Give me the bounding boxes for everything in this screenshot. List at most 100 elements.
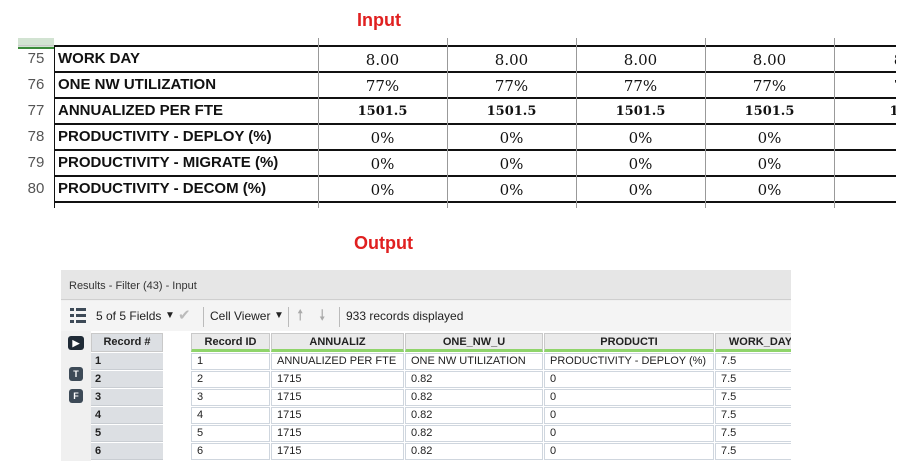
grid-cell[interactable]: 0.82 bbox=[405, 371, 543, 388]
column-header[interactable]: Record ID bbox=[191, 333, 270, 352]
fields-selector[interactable]: 5 of 5 Fields bbox=[96, 301, 161, 331]
value-cell[interactable]: 0% bbox=[447, 124, 576, 150]
value-cell[interactable]: 0% bbox=[576, 176, 705, 202]
value-cell[interactable]: 8 bbox=[834, 46, 896, 72]
grid-cell[interactable]: 6 bbox=[191, 443, 270, 460]
record-number[interactable]: 2 bbox=[91, 371, 163, 388]
row-label-cell[interactable]: ANNUALIZED PER FTE bbox=[54, 98, 318, 124]
value-cell[interactable]: 77% bbox=[576, 72, 705, 98]
grid-cell[interactable]: 0 bbox=[544, 371, 714, 388]
grid-cell[interactable]: 0 bbox=[544, 389, 714, 406]
value-cell[interactable]: ( bbox=[834, 176, 897, 202]
value-cell[interactable]: ( bbox=[834, 150, 897, 176]
column-header[interactable]: ONE_NW_U bbox=[405, 333, 543, 352]
value-cell[interactable]: 8.00 bbox=[447, 46, 576, 72]
value-cell[interactable]: 1501.5 bbox=[705, 98, 834, 124]
grid-cell[interactable]: PRODUCTIVITY - DEPLOY (%) bbox=[544, 353, 714, 370]
column-border bbox=[447, 38, 448, 208]
value-cell[interactable]: 8.00 bbox=[318, 46, 447, 72]
column-header[interactable]: ANNUALIZ bbox=[271, 333, 404, 352]
row-number[interactable]: 75 bbox=[18, 46, 54, 72]
value-cell[interactable]: 0% bbox=[318, 176, 447, 202]
grid-cell[interactable]: 1715 bbox=[271, 425, 404, 442]
grid-cell[interactable]: 2 bbox=[191, 371, 270, 388]
grid-cell[interactable]: 0 bbox=[544, 425, 714, 442]
value-cell[interactable]: 1501.5 bbox=[447, 98, 576, 124]
grid-cell[interactable]: 0.82 bbox=[405, 389, 543, 406]
grid-cell[interactable]: 3 bbox=[191, 389, 270, 406]
grid-cell[interactable]: ONE NW UTILIZATION bbox=[405, 353, 543, 370]
grid-cell[interactable]: 7.5 bbox=[715, 407, 791, 424]
row-number[interactable]: 78 bbox=[18, 124, 54, 150]
grid-cell[interactable]: 4 bbox=[191, 407, 270, 424]
grid-cell[interactable]: 0 bbox=[544, 443, 714, 460]
fields-dropdown-chevron-icon[interactable]: ▼ bbox=[165, 301, 175, 331]
row-label-cell[interactable]: PRODUCTIVITY - MIGRATE (%) bbox=[54, 150, 318, 176]
grid-cell[interactable]: 1715 bbox=[271, 389, 404, 406]
grid-cell[interactable]: 7.5 bbox=[715, 353, 791, 370]
row-number[interactable]: 79 bbox=[18, 150, 54, 176]
value-cell[interactable]: 8.00 bbox=[705, 46, 834, 72]
column-header[interactable]: WORK_DAY bbox=[715, 333, 791, 352]
grid-cell[interactable]: 0 bbox=[544, 407, 714, 424]
row-number[interactable]: 80 bbox=[18, 176, 54, 202]
value-cell[interactable]: ( bbox=[834, 124, 897, 150]
row-label-cell[interactable]: PRODUCTIVITY - DECOM (%) bbox=[54, 176, 318, 202]
value-cell[interactable]: 0% bbox=[447, 150, 576, 176]
grid-cell[interactable]: 1715 bbox=[271, 443, 404, 460]
record-number[interactable]: 1 bbox=[91, 353, 163, 370]
value-cell[interactable]: 0% bbox=[447, 176, 576, 202]
input-anchor-icon[interactable]: ▶ bbox=[68, 336, 84, 350]
value-cell[interactable]: 0% bbox=[318, 124, 447, 150]
value-cell[interactable]: 1501.5 bbox=[318, 98, 447, 124]
grid-cell[interactable]: 1715 bbox=[271, 371, 404, 388]
grid-cell[interactable]: 7.5 bbox=[715, 443, 791, 460]
record-number[interactable]: 5 bbox=[91, 425, 163, 442]
value-cell[interactable]: 15 bbox=[834, 98, 896, 124]
row-border bbox=[54, 45, 896, 47]
value-cell[interactable]: 77% bbox=[318, 72, 447, 98]
row-label-cell[interactable]: ONE NW UTILIZATION bbox=[54, 72, 318, 98]
grid-cell[interactable]: 0.82 bbox=[405, 407, 543, 424]
fields-list-icon[interactable] bbox=[69, 301, 87, 331]
false-anchor-icon[interactable]: F bbox=[69, 389, 83, 403]
value-cell[interactable]: 0% bbox=[705, 150, 834, 176]
grid-cell[interactable]: 5 bbox=[191, 425, 270, 442]
cell-viewer-selector[interactable]: Cell Viewer bbox=[210, 301, 270, 331]
value-cell[interactable]: 0% bbox=[318, 150, 447, 176]
viewer-dropdown-chevron-icon[interactable]: ▼ bbox=[274, 301, 284, 331]
grid-cell[interactable]: ANNUALIZED PER FTE bbox=[271, 353, 404, 370]
column-header[interactable]: PRODUCTI bbox=[544, 333, 714, 352]
value-cell[interactable]: 77% bbox=[705, 72, 834, 98]
grid-cell[interactable]: 0.82 bbox=[405, 425, 543, 442]
value-cell[interactable]: 0% bbox=[576, 124, 705, 150]
grid-cell[interactable]: 1715 bbox=[271, 407, 404, 424]
row-label-cell[interactable]: WORK DAY bbox=[54, 46, 318, 72]
value-cell[interactable]: 0% bbox=[576, 150, 705, 176]
value-cell[interactable]: 1501.5 bbox=[576, 98, 705, 124]
record-number[interactable]: 4 bbox=[91, 407, 163, 424]
value-cell[interactable]: 7 bbox=[834, 72, 896, 98]
column-header[interactable]: Record # bbox=[91, 333, 163, 352]
row-border bbox=[54, 201, 896, 203]
input-heading: Input bbox=[357, 10, 401, 30]
true-anchor-icon[interactable]: T bbox=[69, 367, 83, 381]
column-border bbox=[705, 38, 706, 208]
row-label-cell[interactable]: PRODUCTIVITY - DEPLOY (%) bbox=[54, 124, 318, 150]
value-cell[interactable]: 77% bbox=[447, 72, 576, 98]
apply-check-icon[interactable]: ✔ bbox=[178, 301, 191, 331]
value-cell[interactable]: 8.00 bbox=[576, 46, 705, 72]
value-cell[interactable]: 0% bbox=[705, 124, 834, 150]
grid-cell[interactable]: 0.82 bbox=[405, 443, 543, 460]
row-number[interactable]: 77 bbox=[18, 98, 54, 124]
arrow-down-icon[interactable]: 🠗 bbox=[319, 301, 325, 331]
grid-cell[interactable]: 7.5 bbox=[715, 371, 791, 388]
arrow-up-icon[interactable]: 🠕 bbox=[297, 301, 303, 331]
row-number[interactable]: 76 bbox=[18, 72, 54, 98]
grid-cell[interactable]: 1 bbox=[191, 353, 270, 370]
value-cell[interactable]: 0% bbox=[705, 176, 834, 202]
grid-cell[interactable]: 7.5 bbox=[715, 389, 791, 406]
grid-cell[interactable]: 7.5 bbox=[715, 425, 791, 442]
record-number[interactable]: 3 bbox=[91, 389, 163, 406]
record-number[interactable]: 6 bbox=[91, 443, 163, 460]
